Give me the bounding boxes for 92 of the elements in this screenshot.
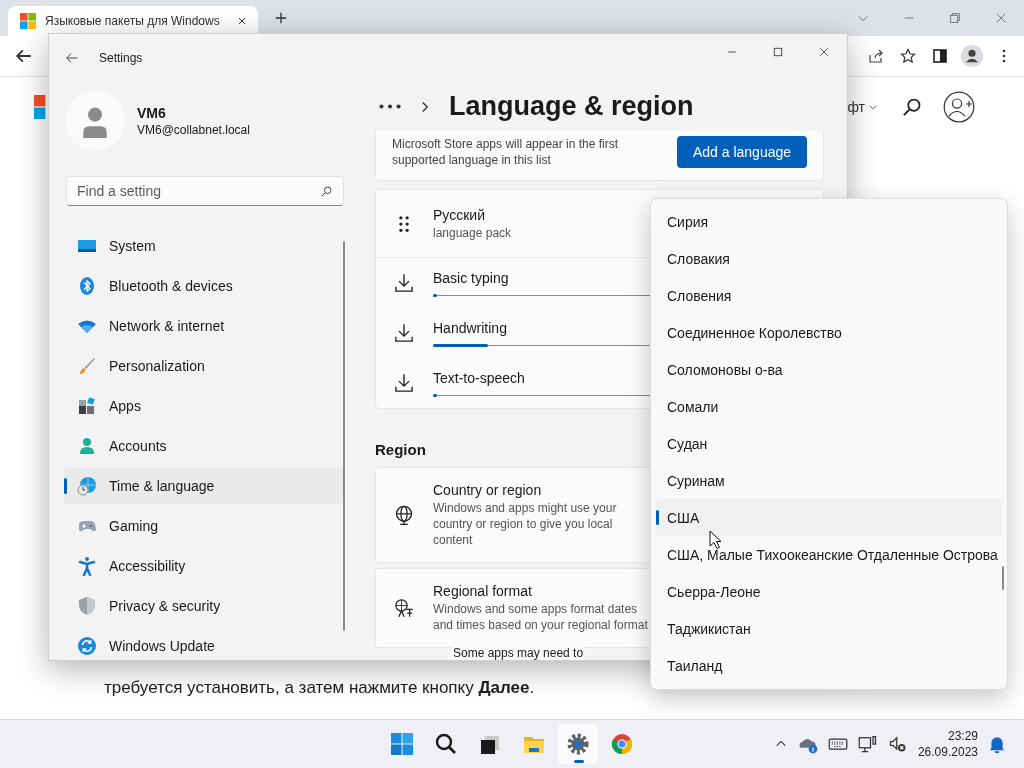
- page-title: Language & region: [449, 91, 694, 122]
- download-icon: [394, 273, 414, 293]
- profile-button[interactable]: [960, 44, 984, 68]
- tab-title: Языковые пакеты для Windows: [45, 14, 221, 28]
- clock-time: 23:29: [947, 728, 978, 744]
- dropdown-option[interactable]: Сьерра-Леоне: [656, 573, 1002, 610]
- nav-item[interactable]: Gaming: [64, 508, 344, 544]
- dropdown-option[interactable]: Словения: [656, 277, 1002, 314]
- clock[interactable]: 23:29 26.09.2023: [917, 728, 978, 760]
- plus-icon: [274, 11, 288, 25]
- search-icon: [320, 185, 333, 198]
- instruction-text: требуется установить, а затем нажмите кнопку Далее.: [104, 677, 535, 699]
- nav-item[interactable]: Bluetooth & devices: [64, 268, 344, 304]
- site-logo-icon: [34, 95, 46, 119]
- dropdown-option[interactable]: США, Малые Тихоокеанские Отдаленные Острова: [656, 536, 1002, 573]
- muted-speaker-icon: [887, 734, 908, 754]
- refresh-icon: [77, 636, 97, 656]
- download-label: Basic typing: [433, 270, 509, 286]
- dropdown-option[interactable]: США: [656, 499, 1002, 536]
- globe-icon: [394, 505, 414, 525]
- card-title: Country or region: [433, 482, 542, 498]
- close-icon: [818, 46, 830, 58]
- apps-icon: [77, 396, 97, 416]
- download-label: Text-to-speech: [433, 370, 525, 386]
- card-title: Regional format: [433, 583, 532, 599]
- download-icon: [394, 373, 414, 393]
- bell-icon: [988, 735, 1006, 753]
- language-name: Русский: [433, 207, 485, 223]
- network-icon: [857, 734, 878, 754]
- start-icon: [390, 732, 414, 756]
- brush-icon: [77, 356, 97, 376]
- menu-link[interactable]: фт: [847, 99, 865, 115]
- nav-item[interactable]: Privacy & security: [64, 588, 344, 624]
- scrollbar[interactable]: [343, 241, 345, 631]
- favicon-icon: [20, 13, 36, 29]
- restore-icon: [948, 11, 962, 25]
- close-icon: [994, 11, 1008, 25]
- browser-tab[interactable]: Языковые пакеты для Windows: [8, 6, 258, 36]
- share-icon: [868, 48, 884, 64]
- profile-icon: [961, 45, 983, 67]
- chevron-down-icon: [868, 102, 878, 112]
- globe-clock-icon: [77, 476, 97, 496]
- add-language-button[interactable]: Add a language: [677, 136, 807, 168]
- user-email: VM6@collabnet.local: [137, 123, 250, 137]
- more-icon: [379, 104, 401, 109]
- dropdown-option[interactable]: Соломоновы о-ва: [656, 351, 1002, 388]
- language-subtitle: language pack: [433, 226, 512, 240]
- dropdown-option[interactable]: Таиланд: [656, 647, 1002, 684]
- gear-icon: [566, 732, 590, 756]
- side-panel-icon: [932, 48, 948, 64]
- shield-icon: [77, 596, 97, 616]
- dropdown-option[interactable]: Соединенное Королевство: [656, 314, 1002, 351]
- window-title: Settings: [99, 51, 143, 65]
- account-icon: [943, 91, 975, 123]
- dropdown-option[interactable]: Словакия: [656, 240, 1002, 277]
- nav-item[interactable]: Network & internet: [64, 308, 344, 344]
- back-arrow-icon: [15, 47, 33, 65]
- star-icon: [900, 48, 916, 64]
- download-label: Handwriting: [433, 320, 507, 336]
- clock-date: 26.09.2023: [917, 744, 978, 760]
- search-icon: [434, 732, 458, 756]
- card-description: Windows and apps might use your country or region to give you local content: [433, 500, 618, 548]
- nav-item[interactable]: Accounts: [64, 428, 344, 464]
- section-heading: Region: [375, 441, 426, 458]
- dropdown-option[interactable]: Судан: [656, 425, 1002, 462]
- nav-item[interactable]: Time & language: [64, 468, 344, 504]
- scrollbar[interactable]: [1002, 566, 1004, 590]
- card-description: Microsoft Store apps will appear in the first supported language in this list: [392, 136, 620, 168]
- nav-item[interactable]: Personalization: [64, 348, 344, 384]
- back-arrow-icon: [65, 51, 79, 65]
- nav-item[interactable]: Accessibility: [64, 548, 344, 584]
- person-icon: [77, 436, 97, 456]
- nav-item[interactable]: System: [64, 228, 344, 264]
- language-format-icon: [394, 598, 414, 618]
- tooltip-text: Some apps may need to: [451, 646, 586, 660]
- card-description: Windows and some apps format dates and times based on your regional format: [433, 601, 648, 633]
- maximize-icon: [772, 46, 784, 58]
- dropdown-option[interactable]: Сомали: [656, 388, 1002, 425]
- download-icon: [394, 323, 414, 343]
- accessibility-icon: [77, 556, 97, 576]
- mouse-pointer-icon: [709, 530, 722, 550]
- user-name: VM6: [137, 105, 167, 121]
- search-field[interactable]: Find a setting: [66, 176, 344, 206]
- dropdown-option[interactable]: Таджикистан: [656, 610, 1002, 647]
- dropdown-option[interactable]: Суринам: [656, 462, 1002, 499]
- nav-item[interactable]: Windows Update: [64, 628, 344, 660]
- close-icon: [236, 15, 248, 27]
- nav-item[interactable]: Apps: [64, 388, 344, 424]
- bluetooth-icon: [77, 276, 97, 296]
- dropdown-option[interactable]: Сирия: [656, 203, 1002, 240]
- browser-logo-icon: [610, 732, 634, 756]
- search-icon: [902, 97, 922, 117]
